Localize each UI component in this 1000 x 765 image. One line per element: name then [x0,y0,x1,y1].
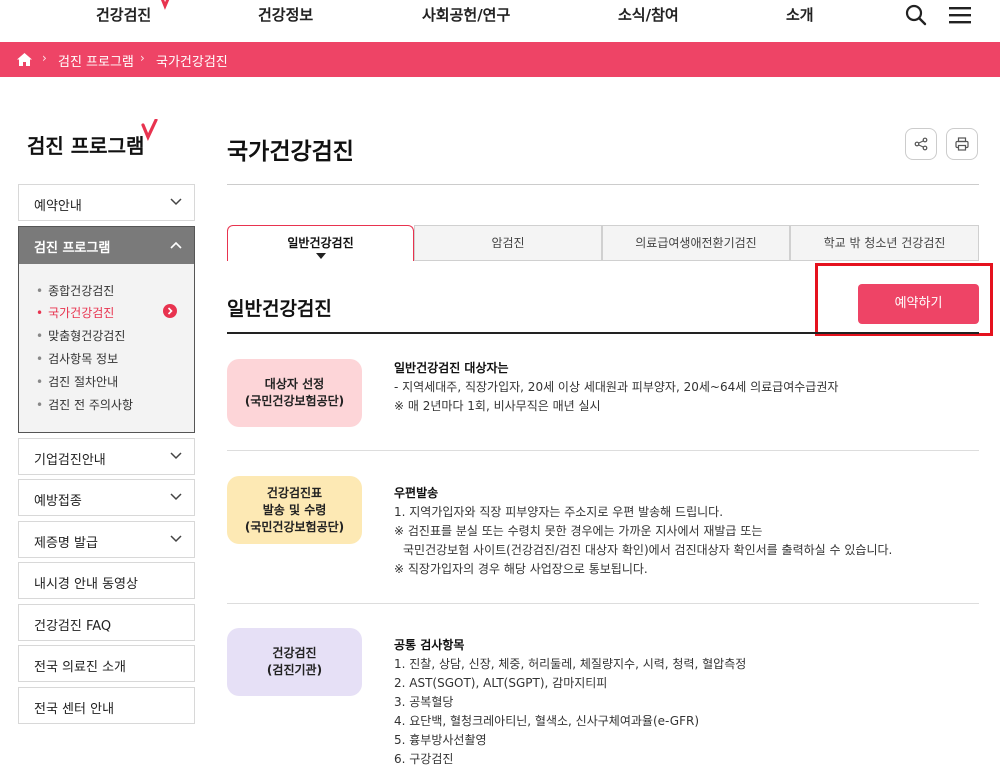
home-icon[interactable] [17,53,32,66]
step-description: 일반건강검진 대상자는 - 지역세대주, 직장가입자, 20세 이상 세대원과 … [394,359,838,416]
sidebar-subitem-precautions[interactable]: 검진 전 주의사항 [36,396,133,413]
nav-item-health-info[interactable]: 건강정보 [258,4,313,25]
sidebar-item-label: 내시경 안내 동영상 [34,577,138,592]
step-line: 4. 요단백, 혈청크레아티닌, 혈색소, 신사구체여과율(e-GFR) [394,714,700,728]
sidebar-item-reservation[interactable]: 예약안내 [18,184,195,221]
step-badge-target-selection: 대상자 선정 (국민건강보험공단) [227,359,362,427]
sidebar-item-centers[interactable]: 전국 센터 안내 [18,687,195,724]
sidebar-item-label: 검진 프로그램 [34,241,111,256]
section-title: 일반건강검진 [227,298,332,320]
step-line: 1. 지역가입자와 직장 피부양자는 주소지로 우편 발송해 드립니다. [394,505,724,519]
divider [227,332,979,334]
chevron-down-icon [170,535,182,543]
print-button[interactable] [946,128,978,160]
chevron-down-icon [170,452,182,460]
breadcrumb-item-current[interactable]: 국가건강검진 [156,51,228,70]
nav-item-about[interactable]: 소개 [786,4,814,25]
chevron-up-icon [170,241,182,249]
sidebar-item-label: 전국 의료진 소개 [34,660,126,675]
step-badge-checkup-form: 건강검진표 발송 및 수령 (국민건강보험공단) [227,476,362,544]
step-badge-line: 대상자 선정 [264,377,325,391]
sidebar-subitem-test-info[interactable]: 검사항목 정보 [36,350,118,367]
divider [227,184,979,185]
step-line: 6. 구강검진 [394,752,454,765]
sidebar-item-label: 제증명 발급 [34,536,98,551]
step-line: ※ 직장가입자의 경우 해당 사업장으로 통보됩니다. [394,562,648,576]
sidebar-item-certificate[interactable]: 제증명 발급 [18,521,195,558]
tab-cancer-screening[interactable]: 암검진 [414,225,602,261]
step-heading: 일반건강검진 대상자는 [394,361,509,375]
step-line: ※ 검진표를 분실 또는 수령치 못한 경우에는 가까운 지사에서 재발급 또는 [394,524,763,538]
active-tab-indicator [316,253,326,259]
sidebar-item-label: 전국 센터 안내 [34,702,115,717]
sidebar-item-doctors[interactable]: 전국 의료진 소개 [18,645,195,682]
divider [227,450,979,451]
step-badge-line: 건강검진표 [266,485,323,500]
sidebar-item-vaccination[interactable]: 예방접종 [18,479,195,516]
sidebar-subitem-national[interactable]: 국가건강검진 [36,304,114,321]
step-line: 2. AST(SGOT), ALT(SGPT), 감마지티피 [394,676,608,690]
step-badge-line: 발송 및 수령 [262,502,327,517]
sidebar-subitem-procedure[interactable]: 검진 절차안내 [36,373,118,390]
check-mark-icon [160,0,170,10]
step-line: 5. 흉부방사선촬영 [394,733,487,747]
top-nav: 건강검진 건강정보 사회공헌/연구 소식/참여 소개 [0,0,1000,42]
sidebar-title: 검진 프로그램 [27,134,145,158]
step-badge-line: (국민건강보험공단) [244,519,345,534]
step-heading: 우편발송 [394,486,439,500]
step-heading: 공통 검사항목 [394,638,465,652]
sidebar-item-faq[interactable]: 건강검진 FAQ [18,604,195,641]
sidebar-subitem-comprehensive[interactable]: 종합건강검진 [36,282,114,299]
reserve-button[interactable]: 예약하기 [858,284,979,324]
page-title: 국가건강검진 [227,139,354,165]
divider [227,603,979,604]
step-badge-line: 건강검진 [272,646,317,660]
step-line: - 지역세대주, 직장가입자, 20세 이상 세대원과 피부양자, 20세~64… [394,380,839,394]
sidebar-item-corporate[interactable]: 기업검진안내 [18,438,195,475]
step-badge-line: (국민건강보험공단) [244,394,345,408]
step-badge-checkup: 건강검진 (검진기관) [227,628,362,696]
sidebar-subitem-custom[interactable]: 맞춤형건강검진 [36,327,125,344]
share-button[interactable] [905,128,937,160]
chevron-down-icon [170,198,182,206]
sidebar-item-label: 기업검진안내 [34,453,106,468]
step-line: 국민건강보험 사이트(건강검진/검진 대상자 확인)에서 검진대상자 확인서를 … [403,543,893,557]
breadcrumb-item-program[interactable]: 검진 프로그램 [58,51,134,70]
search-icon[interactable] [905,4,927,26]
print-icon [955,137,969,151]
step-description: 공통 검사항목 1. 진찰, 상담, 신장, 체중, 허리둘레, 체질량지수, … [394,636,746,765]
sidebar-item-label: 예약안내 [34,199,82,214]
tab-bar: 일반건강검진 암검진 의료급여생애전환기검진 학교 밖 청소년 건강검진 [227,225,979,261]
nav-item-news[interactable]: 소식/참여 [618,4,679,25]
check-mark-icon [141,119,158,141]
step-line: 1. 진찰, 상담, 신장, 체중, 허리둘레, 체질량지수, 시력, 청력, … [394,657,747,671]
breadcrumb-separator: › [42,51,47,65]
share-icon [914,137,928,151]
breadcrumb-separator: › [140,51,145,65]
step-line: ※ 매 2년마다 1회, 비사무직은 매년 실시 [394,399,601,413]
sidebar-item-endoscopy-video[interactable]: 내시경 안내 동영상 [18,562,195,599]
nav-item-health-checkup[interactable]: 건강검진 [96,4,151,25]
hamburger-menu-icon[interactable] [948,5,972,25]
tab-youth-checkup[interactable]: 학교 밖 청소년 건강검진 [790,225,979,261]
sidebar-item-program[interactable]: 검진 프로그램 [19,227,194,264]
sidebar-item-label: 예방접종 [34,494,82,509]
nav-item-social-research[interactable]: 사회공헌/연구 [422,4,510,25]
tab-medical-aid-checkup[interactable]: 의료급여생애전환기검진 [602,225,790,261]
sidebar-item-label: 건강검진 FAQ [34,619,112,634]
arrow-right-circle-icon [163,304,177,318]
chevron-down-icon [170,493,182,501]
step-line: 3. 공복혈당 [394,695,454,709]
step-badge-line: (검진기관) [266,663,323,677]
step-description: 우편발송 1. 지역가입자와 직장 피부양자는 주소지로 우편 발송해 드립니다… [394,484,892,579]
breadcrumb: › 검진 프로그램 › 국가건강검진 [0,42,1000,77]
